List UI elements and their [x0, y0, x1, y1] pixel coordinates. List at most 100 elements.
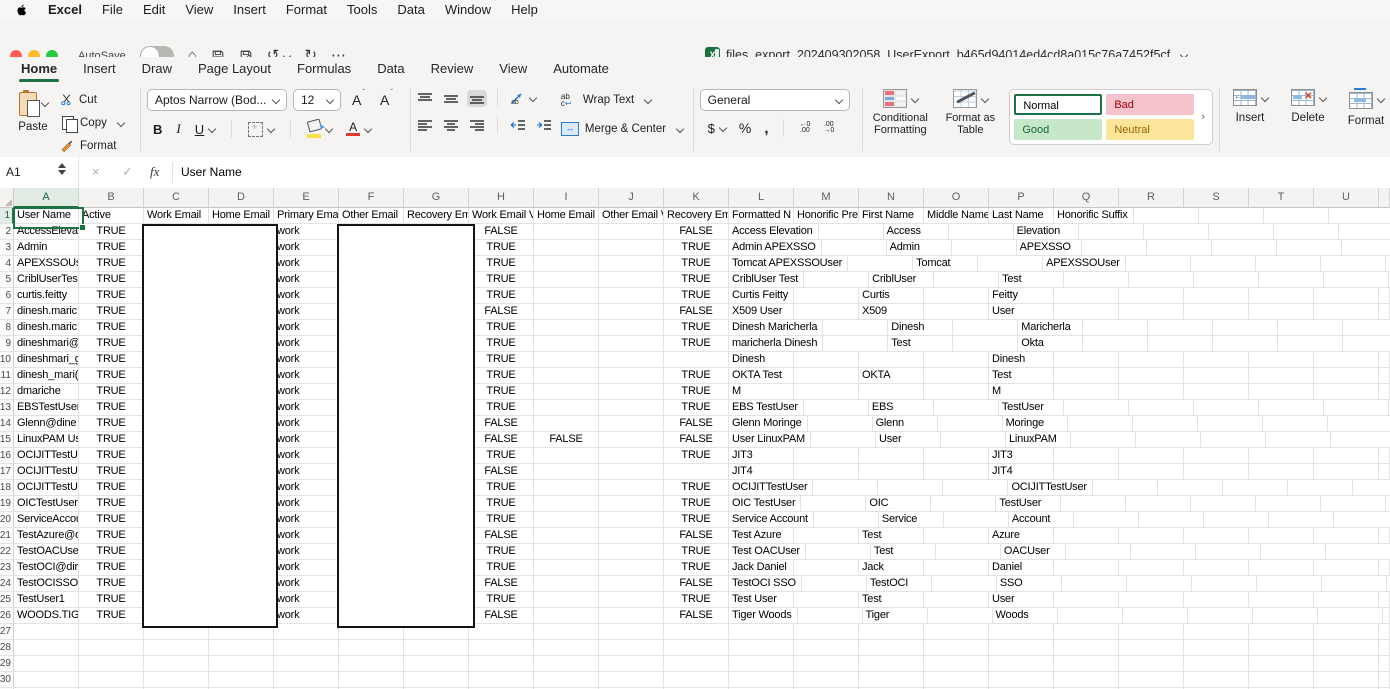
- column-header-U[interactable]: U: [1314, 188, 1379, 208]
- cell-T22[interactable]: [1261, 544, 1326, 560]
- cell-E25[interactable]: work: [274, 592, 339, 608]
- cell-M26[interactable]: [798, 608, 863, 624]
- cell-K20[interactable]: TRUE: [664, 512, 729, 528]
- cell-N22[interactable]: Test: [871, 544, 936, 560]
- cell-J19[interactable]: [599, 496, 664, 512]
- cell-K29[interactable]: [664, 656, 729, 672]
- cell-R30[interactable]: [1119, 672, 1184, 688]
- cell-I19[interactable]: [534, 496, 599, 512]
- cell-M8[interactable]: [823, 320, 888, 336]
- cell-Q25[interactable]: [1054, 592, 1119, 608]
- cell-U24[interactable]: [1322, 576, 1387, 592]
- cell-U9[interactable]: [1343, 336, 1390, 352]
- cell-U18[interactable]: [1353, 480, 1390, 496]
- cell-Q7[interactable]: [1054, 304, 1119, 320]
- cell-I9[interactable]: [534, 336, 599, 352]
- cell-A13[interactable]: EBSTestUser: [14, 400, 79, 416]
- cell-N14[interactable]: Glenn: [873, 416, 938, 432]
- row-header-23[interactable]: 23: [0, 560, 14, 576]
- cell-S7[interactable]: [1184, 304, 1249, 320]
- cell-Q11[interactable]: [1054, 368, 1119, 384]
- cell-R2[interactable]: [1144, 224, 1209, 240]
- row-header-13[interactable]: 13: [0, 400, 14, 416]
- cell-H27[interactable]: [469, 624, 534, 640]
- cell-P13[interactable]: TestUser: [999, 400, 1064, 416]
- cell-N1[interactable]: First Name: [859, 208, 924, 224]
- cell-B11[interactable]: TRUE: [79, 368, 144, 384]
- cell-L24[interactable]: TestOCI SSO: [729, 576, 802, 592]
- cell-S5[interactable]: [1194, 272, 1259, 288]
- cell-P11[interactable]: Test: [989, 368, 1054, 384]
- cell-L21[interactable]: Test Azure: [729, 528, 794, 544]
- cell-B3[interactable]: TRUE: [79, 240, 144, 256]
- cell-Q26[interactable]: [1058, 608, 1123, 624]
- cell-Q22[interactable]: [1066, 544, 1131, 560]
- column-header-S[interactable]: S: [1184, 188, 1249, 208]
- cell-N7[interactable]: X509: [859, 304, 924, 320]
- cell-T27[interactable]: [1249, 624, 1314, 640]
- cell-P27[interactable]: [989, 624, 1054, 640]
- cell-I16[interactable]: [534, 448, 599, 464]
- cell-B10[interactable]: TRUE: [79, 352, 144, 368]
- delete-cells-button[interactable]: ✕ Delete: [1284, 89, 1332, 157]
- cell-O15[interactable]: [941, 432, 1006, 448]
- cell-H6[interactable]: TRUE: [469, 288, 534, 304]
- cell-A8[interactable]: dinesh.maric: [14, 320, 79, 336]
- cell-P14[interactable]: Moringe: [1003, 416, 1068, 432]
- cell-H30[interactable]: [469, 672, 534, 688]
- cell-A30[interactable]: [14, 672, 79, 688]
- align-left-button[interactable]: [417, 119, 433, 132]
- cell-S12[interactable]: [1184, 384, 1249, 400]
- cell-K30[interactable]: [664, 672, 729, 688]
- row-header-30[interactable]: 30: [0, 672, 14, 688]
- cell-T1[interactable]: [1264, 208, 1329, 224]
- cut-button[interactable]: Cut: [60, 91, 134, 108]
- cell-M13[interactable]: [804, 400, 869, 416]
- cell-B18[interactable]: TRUE: [79, 480, 144, 496]
- cell-Q23[interactable]: [1054, 560, 1119, 576]
- cell-S13[interactable]: [1194, 400, 1259, 416]
- cell-C1[interactable]: Work Email: [144, 208, 209, 224]
- cell-S3[interactable]: [1212, 240, 1277, 256]
- cell-T25[interactable]: [1249, 592, 1314, 608]
- cell-R28[interactable]: [1119, 640, 1184, 656]
- cell-G30[interactable]: [404, 672, 469, 688]
- cell-U28[interactable]: [1314, 640, 1379, 656]
- cell-U2[interactable]: [1339, 224, 1390, 240]
- cell-P26[interactable]: Woods: [993, 608, 1058, 624]
- cell-N13[interactable]: EBS: [869, 400, 934, 416]
- cell-J16[interactable]: [599, 448, 664, 464]
- copy-button[interactable]: Copy: [60, 114, 134, 131]
- cell-E12[interactable]: work: [274, 384, 339, 400]
- cell-L17[interactable]: JIT4: [729, 464, 794, 480]
- cell-Q19[interactable]: [1061, 496, 1126, 512]
- cell-R6[interactable]: [1119, 288, 1184, 304]
- cell-U20[interactable]: [1334, 512, 1390, 528]
- tab-automate[interactable]: Automate: [540, 61, 622, 82]
- cell-J21[interactable]: [599, 528, 664, 544]
- cell-K15[interactable]: FALSE: [664, 432, 729, 448]
- cell-J1[interactable]: Other Email V: [599, 208, 664, 224]
- cell-E14[interactable]: work: [274, 416, 339, 432]
- cell-H1[interactable]: Work Email V: [469, 208, 534, 224]
- cell-T13[interactable]: [1259, 400, 1324, 416]
- cell-U23[interactable]: [1314, 560, 1379, 576]
- cell-H17[interactable]: FALSE: [469, 464, 534, 480]
- cell-E4[interactable]: work: [274, 256, 339, 272]
- cell-R23[interactable]: [1119, 560, 1184, 576]
- cell-N20[interactable]: Service: [879, 512, 944, 528]
- cell-T6[interactable]: [1249, 288, 1314, 304]
- decrease-font-size-button[interactable]: Aˇ: [375, 92, 397, 108]
- cell-H13[interactable]: TRUE: [469, 400, 534, 416]
- cell-S24[interactable]: [1192, 576, 1257, 592]
- row-header-24[interactable]: 24: [0, 576, 14, 592]
- cell-M16[interactable]: [794, 448, 859, 464]
- column-header-K[interactable]: K: [664, 188, 729, 208]
- cell-M19[interactable]: [801, 496, 866, 512]
- cell-O21[interactable]: [924, 528, 989, 544]
- cell-R27[interactable]: [1119, 624, 1184, 640]
- cell-Q27[interactable]: [1054, 624, 1119, 640]
- cell-O10[interactable]: [924, 352, 989, 368]
- cell-P25[interactable]: User: [989, 592, 1054, 608]
- cell-J8[interactable]: [599, 320, 664, 336]
